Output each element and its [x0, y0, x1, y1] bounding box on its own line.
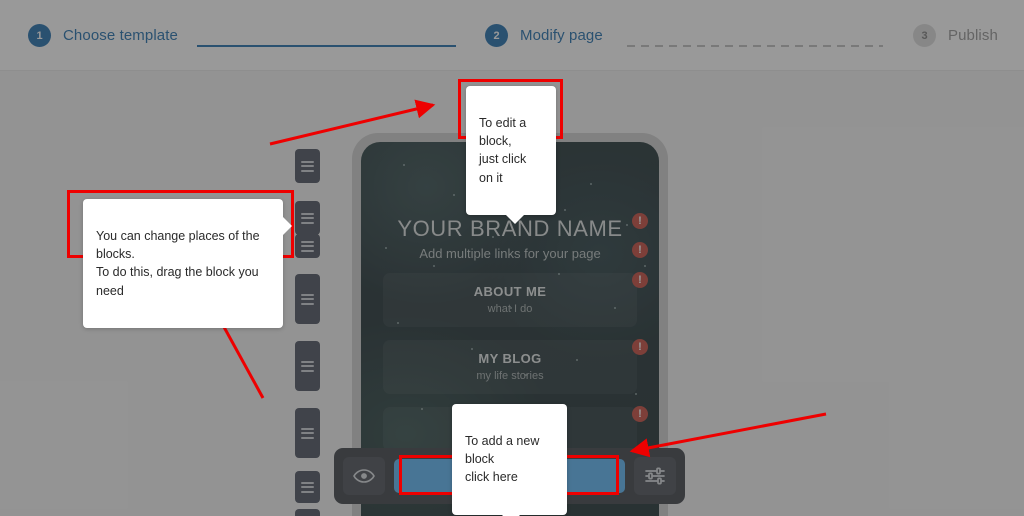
warning-badge-5[interactable]: !: [632, 406, 648, 422]
tooltip-drag-blocks: You can change places of the blocks. To …: [83, 199, 292, 328]
warning-badge-1[interactable]: !: [632, 213, 648, 229]
step-1-label: Choose template: [63, 27, 178, 44]
link-block-title: ABOUT ME: [473, 284, 547, 299]
stepper-header: 1 Choose template 2 Modify page 3 Publis…: [0, 0, 1024, 71]
hamburger-handle-icon: [301, 160, 314, 172]
drag-handle-7[interactable]: [295, 471, 320, 503]
tooltip-add-text: To add a new block click here: [465, 434, 540, 485]
drag-handle-5[interactable]: [295, 341, 320, 391]
drag-handle-4[interactable]: [295, 274, 320, 324]
step-2-label: Modify page: [520, 27, 603, 44]
tooltip-tail: [283, 217, 292, 235]
brand-subtitle[interactable]: Add multiple links for your page: [361, 246, 659, 261]
stepper-connector-2-3: [627, 45, 883, 47]
link-block-subtitle: my life stories: [476, 370, 544, 382]
drag-handle-6[interactable]: [295, 408, 320, 458]
hamburger-handle-icon: [301, 427, 314, 439]
hamburger-handle-icon: [301, 481, 314, 493]
eye-icon: [353, 469, 375, 483]
stepper-connector-1-2: [197, 45, 456, 47]
hamburger-handle-icon: [301, 240, 314, 252]
step-1-number: 1: [28, 24, 51, 47]
drag-handle-2[interactable]: [295, 201, 320, 235]
tooltip-add-block: To add a new block click here: [452, 404, 567, 516]
tooltip-tail: [506, 214, 524, 224]
step-3-number: 3: [913, 24, 936, 47]
link-block-title: MY BLOG: [478, 351, 542, 366]
drag-handle-3[interactable]: [295, 234, 320, 258]
step-2-number: 2: [485, 24, 508, 47]
sliders-icon: [645, 467, 665, 485]
drag-handle-8[interactable]: [295, 509, 320, 516]
step-3-label: Publish: [948, 27, 998, 44]
hamburger-handle-icon: [301, 360, 314, 372]
preview-button[interactable]: [343, 457, 385, 495]
drag-handle-1[interactable]: [295, 149, 320, 183]
tooltip-edit-text: To edit a block, just click on it: [479, 116, 527, 185]
hamburger-handle-icon: [301, 293, 314, 305]
hamburger-handle-icon: [301, 212, 314, 224]
tooltip-drag-text: You can change places of the blocks. To …: [96, 229, 260, 298]
page-builder-app: 1 Choose template 2 Modify page 3 Publis…: [0, 0, 1024, 516]
tooltip-edit-block: To edit a block, just click on it: [466, 86, 556, 224]
warning-badge-2[interactable]: !: [632, 242, 648, 258]
link-block-my-blog[interactable]: MY BLOG my life stories: [383, 340, 637, 394]
warning-badge-3[interactable]: !: [632, 272, 648, 288]
link-block-about-me[interactable]: ABOUT ME what I do: [383, 273, 637, 327]
link-block-subtitle: what I do: [487, 303, 533, 315]
step-choose-template[interactable]: 1 Choose template: [28, 24, 178, 47]
step-modify-page[interactable]: 2 Modify page: [485, 24, 603, 47]
step-publish[interactable]: 3 Publish: [913, 24, 998, 47]
settings-button[interactable]: [634, 457, 676, 495]
warning-badge-4[interactable]: !: [632, 339, 648, 355]
